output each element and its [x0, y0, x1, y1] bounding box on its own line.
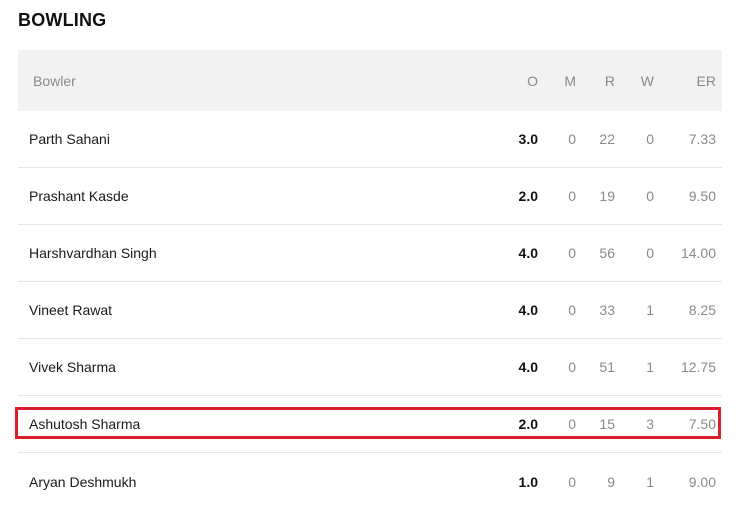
table-row: Harshvardhan Singh 4.0 0 56 0 14.00 — [18, 225, 722, 282]
header-wickets: W — [640, 72, 654, 89]
maidens-value: 0 — [568, 359, 576, 375]
bowler-name[interactable]: Harshvardhan Singh — [18, 245, 490, 261]
table-row: Vivek Sharma 4.0 0 51 1 12.75 — [18, 339, 722, 396]
table-row: Vineet Rawat 4.0 0 33 1 8.25 — [18, 282, 722, 339]
runs-value: 33 — [599, 302, 615, 318]
economy-value: 7.50 — [688, 416, 716, 432]
maidens-value: 0 — [568, 188, 576, 204]
economy-value: 7.33 — [688, 131, 716, 147]
economy-value: 9.00 — [688, 473, 716, 490]
runs-value: 15 — [599, 416, 615, 432]
wickets-value: 0 — [646, 131, 654, 147]
header-economy: ER — [696, 72, 716, 89]
maidens-value: 0 — [568, 302, 576, 318]
economy-value: 14.00 — [680, 245, 716, 261]
table-row: Prashant Kasde 2.0 0 19 0 9.50 — [18, 168, 722, 225]
wickets-value: 3 — [646, 416, 654, 432]
maidens-value: 0 — [568, 245, 576, 261]
wickets-value: 1 — [646, 302, 654, 318]
bowler-name[interactable]: Vivek Sharma — [18, 359, 490, 375]
overs-value: 4.0 — [518, 245, 538, 261]
header-bowler: Bowler — [33, 72, 76, 89]
header-runs: R — [604, 72, 615, 89]
table-row: Aryan Deshmukh 1.0 0 9 1 9.00 — [18, 453, 722, 510]
table-header: Bowler O M R W ER — [18, 50, 722, 111]
bowler-name[interactable]: Prashant Kasde — [18, 188, 490, 204]
table-row: Parth Sahani 3.0 0 22 0 7.33 — [18, 111, 722, 168]
overs-value: 1.0 — [518, 473, 538, 490]
header-overs: O — [527, 72, 538, 89]
economy-value: 8.25 — [688, 302, 716, 318]
economy-value: 9.50 — [688, 188, 716, 204]
bowling-table: Bowler O M R W ER Parth Sahani 3.0 0 22 … — [18, 50, 722, 510]
wickets-value: 1 — [646, 359, 654, 375]
runs-value: 56 — [599, 245, 615, 261]
bowler-name[interactable]: Vineet Rawat — [18, 302, 490, 318]
bowler-name[interactable]: Parth Sahani — [18, 131, 490, 147]
maidens-value: 0 — [568, 131, 576, 147]
overs-value: 3.0 — [518, 131, 538, 147]
overs-value: 2.0 — [518, 188, 538, 204]
table-row-highlighted: Ashutosh Sharma 2.0 0 15 3 7.50 — [18, 396, 722, 453]
overs-value: 2.0 — [518, 416, 538, 432]
bowling-scorecard: BOWLING Bowler O M R W ER Parth Sahani 3… — [0, 0, 744, 529]
runs-value: 9 — [607, 473, 615, 490]
bowler-name[interactable]: Aryan Deshmukh — [18, 474, 490, 490]
wickets-value: 0 — [646, 188, 654, 204]
bowler-name[interactable]: Ashutosh Sharma — [18, 416, 490, 432]
runs-value: 51 — [599, 359, 615, 375]
wickets-value: 0 — [646, 245, 654, 261]
runs-value: 22 — [599, 131, 615, 147]
header-maidens: M — [564, 72, 576, 89]
maidens-value: 0 — [568, 416, 576, 432]
wickets-value: 1 — [646, 473, 654, 490]
section-title: BOWLING — [18, 10, 107, 30]
runs-value: 19 — [599, 188, 615, 204]
economy-value: 12.75 — [680, 359, 716, 375]
maidens-value: 0 — [568, 473, 576, 490]
overs-value: 4.0 — [518, 302, 538, 318]
overs-value: 4.0 — [518, 359, 538, 375]
